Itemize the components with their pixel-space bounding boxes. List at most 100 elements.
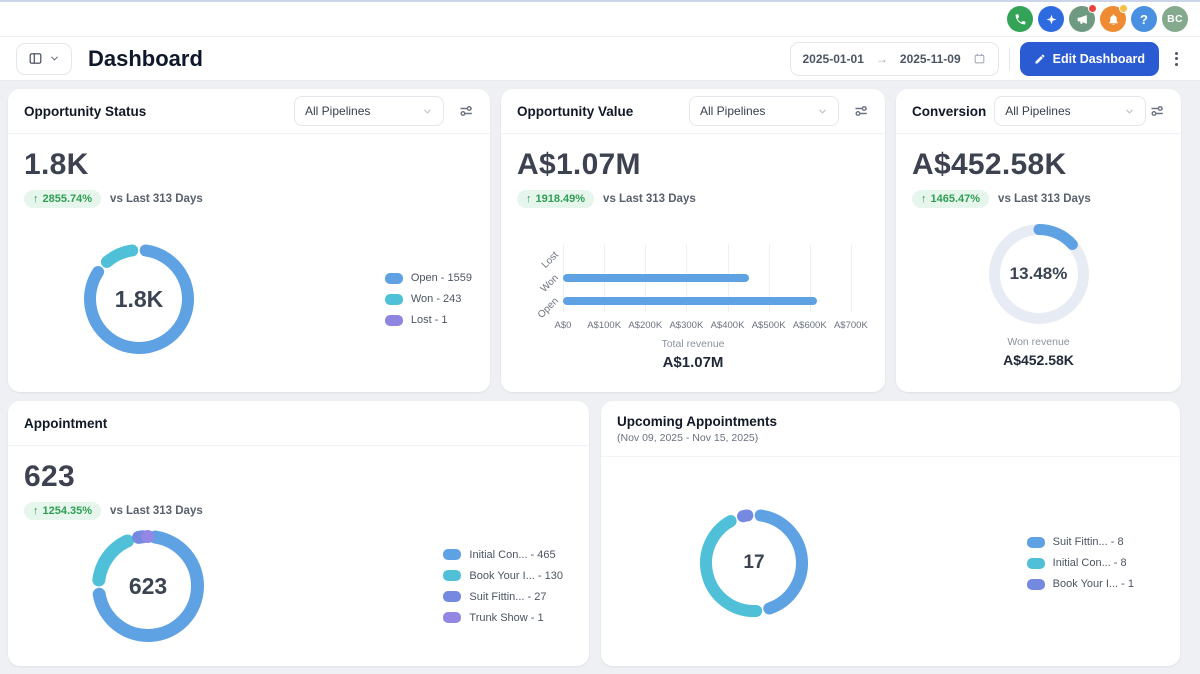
comparison-label: vs Last 313 Days (110, 193, 203, 205)
date-to: 2025-11-09 (900, 52, 961, 66)
chart-settings-button[interactable] (1149, 103, 1165, 119)
bar-open (563, 297, 817, 305)
legend-item: Book Your I... - 1 (1027, 578, 1134, 590)
more-options-button[interactable] (1169, 48, 1184, 70)
sliders-icon (853, 103, 869, 119)
pipeline-select[interactable]: All Pipelines (294, 96, 444, 126)
delta-badge: ↑ 1254.35% (24, 502, 101, 520)
legend-swatch (1027, 558, 1045, 569)
comparison-label: vs Last 313 Days (998, 193, 1091, 205)
legend-label: Initial Con... - 465 (469, 549, 555, 561)
delta-badge: ↑1918.49% (517, 190, 594, 208)
card-header: Opportunity Status All Pipelines (8, 89, 490, 134)
delta-value: 1254.35% (43, 505, 93, 517)
help-icon[interactable]: ? (1131, 6, 1157, 32)
legend-swatch (443, 549, 461, 560)
total-revenue-label: Total revenue (501, 338, 885, 350)
page-title: Dashboard (88, 46, 203, 72)
x-tick-label: A$700K (834, 320, 868, 331)
stat-value: 623 (24, 460, 573, 494)
chevron-down-icon (817, 106, 828, 117)
card-title: Appointment (24, 416, 107, 431)
x-tick-label: A$100K (587, 320, 621, 331)
legend-swatch (1027, 579, 1045, 590)
delta-value: 1918.49% (536, 193, 586, 205)
megaphone-glyph (1076, 13, 1089, 26)
legend-label: Open - 1559 (411, 272, 472, 284)
card-header: Conversion All Pipelines (896, 89, 1181, 134)
card-conversion: Conversion All Pipelines A$452.58K ↑1465… (896, 89, 1181, 392)
pipeline-select-value: All Pipelines (1005, 104, 1070, 118)
pencil-icon (1034, 53, 1046, 65)
gridline (851, 244, 852, 312)
phone-icon[interactable] (1007, 6, 1033, 32)
x-tick-label: A$500K (752, 320, 786, 331)
legend-label: Won - 243 (411, 293, 462, 305)
legend-swatch (385, 294, 403, 305)
bar-chart-plot: A$0A$100KA$200KA$300KA$400KA$500KA$600KA… (563, 244, 855, 312)
chart-legend: Open - 1559Won - 243Lost - 1 (385, 272, 472, 326)
chart-settings-button[interactable] (458, 103, 474, 119)
date-from: 2025-01-01 (803, 52, 864, 66)
card-title: Opportunity Value (517, 104, 633, 119)
legend-item: Trunk Show - 1 (443, 612, 563, 624)
chart-legend: Initial Con... - 465Book Your I... - 130… (443, 549, 563, 624)
gauge-ring: 13.48% (989, 224, 1089, 324)
cards-row-1: Opportunity Status All Pipelines 1.8K ↑2… (8, 89, 1200, 392)
x-tick-label: A$400K (711, 320, 745, 331)
total-revenue-value: A$1.07M (501, 354, 885, 371)
avatar[interactable]: BC (1162, 6, 1188, 32)
calendar-icon (973, 52, 986, 65)
legend-swatch (385, 315, 403, 326)
phone-glyph (1014, 13, 1027, 26)
sparkle-icon[interactable] (1038, 6, 1064, 32)
question-glyph: ? (1140, 12, 1148, 27)
card-title: Opportunity Status (24, 104, 146, 119)
legend-swatch (443, 570, 461, 581)
pipeline-select[interactable]: All Pipelines (689, 96, 839, 126)
dashboard-switcher-button[interactable] (16, 43, 72, 75)
legend-swatch (1027, 537, 1045, 548)
edit-dashboard-button[interactable]: Edit Dashboard (1020, 42, 1159, 76)
stat-block: A$452.58K ↑1465.47% vs Last 313 Days (896, 134, 1181, 208)
bell-icon[interactable] (1100, 6, 1126, 32)
x-tick-label: A$600K (793, 320, 827, 331)
page-header: Dashboard 2025-01-01 → 2025-11-09 Edit D… (0, 37, 1200, 81)
legend-label: Book Your I... - 1 (1053, 578, 1134, 590)
legend-item: Suit Fittin... - 27 (443, 591, 563, 603)
stat-value: 1.8K (24, 148, 474, 182)
megaphone-icon[interactable] (1069, 6, 1095, 32)
legend-swatch (443, 612, 461, 623)
notification-dot (1119, 4, 1128, 13)
gauge-center-label: 13.48% (989, 224, 1089, 324)
x-tick-label: A$200K (628, 320, 662, 331)
donut-center-label: 623 (92, 530, 204, 642)
chevron-down-icon (49, 53, 60, 64)
pipeline-select[interactable]: All Pipelines (994, 96, 1146, 126)
layout-icon (28, 51, 43, 66)
pipeline-select-value: All Pipelines (305, 104, 370, 118)
card-appointment: Appointment 623 ↑1254.35% vs Last 313 Da… (8, 401, 589, 666)
stat-value: A$1.07M (517, 148, 869, 182)
legend-item: Suit Fittin... - 8 (1027, 536, 1134, 548)
won-revenue-label: Won revenue (1007, 336, 1069, 348)
bar-chart: A$0A$100KA$200KA$300KA$400KA$500KA$600KA… (563, 244, 855, 312)
date-range-picker[interactable]: 2025-01-01 → 2025-11-09 (790, 42, 999, 76)
chart-footer: Total revenue A$1.07M (501, 338, 885, 371)
card-upcoming-appointments: Upcoming Appointments (Nov 09, 2025 - No… (601, 401, 1180, 666)
legend-label: Trunk Show - 1 (469, 612, 543, 624)
sliders-icon (1149, 103, 1165, 119)
header-actions: 2025-01-01 → 2025-11-09 Edit Dashboard (790, 42, 1185, 76)
pipeline-select-value: All Pipelines (700, 104, 765, 118)
up-arrow-icon: ↑ (33, 505, 39, 517)
stat-value: A$452.58K (912, 148, 1165, 182)
x-tick-label: A$300K (669, 320, 703, 331)
chart-row: 623 Initial Con... - 465Book Your I... -… (8, 530, 589, 642)
chart-settings-button[interactable] (853, 103, 869, 119)
top-bar: ? BC (0, 0, 1200, 37)
chevron-down-icon (422, 106, 433, 117)
won-revenue-value: A$452.58K (1003, 352, 1074, 368)
legend-label: Suit Fittin... - 27 (469, 591, 546, 603)
delta-value: 1465.47% (931, 193, 981, 205)
arrow-right-icon: → (876, 52, 888, 66)
